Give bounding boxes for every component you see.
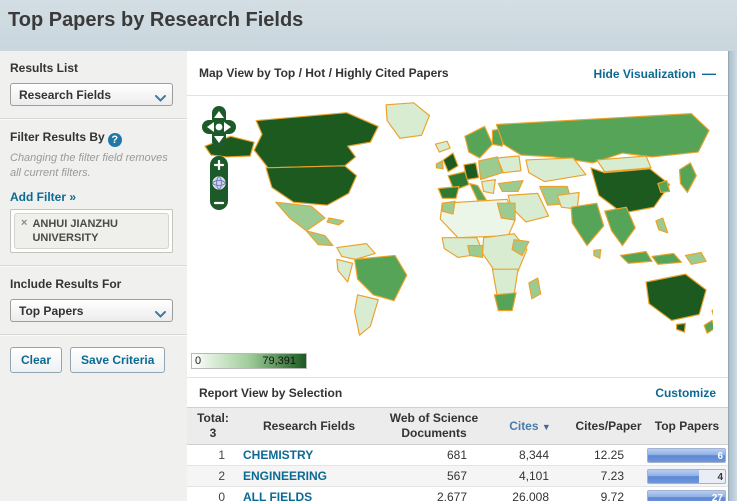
- results-table: Total: 3 Research Fields Web of Science D…: [187, 407, 728, 501]
- row-rank: 1: [187, 444, 239, 466]
- include-results-for-value: Top Papers: [19, 303, 84, 318]
- continent-south-america[interactable]: [336, 243, 408, 336]
- cites-value: 26,008: [489, 486, 571, 501]
- top-papers-bar: 4: [647, 468, 726, 484]
- table-row: 1 CHEMISTRY 681 8,344 12.25 6: [187, 444, 728, 466]
- pan-control[interactable]: [202, 106, 236, 148]
- cites-per-paper-value: 12.25: [571, 444, 646, 466]
- chevron-down-icon: [155, 307, 166, 321]
- table-row: 2 ENGINEERING 567 4,101 7.23 4: [187, 465, 728, 487]
- cites-value: 8,344: [489, 444, 571, 466]
- add-filter-link[interactable]: Add Filter »: [10, 190, 76, 204]
- continent-oceania[interactable]: [645, 273, 713, 334]
- documents-value: 2,677: [379, 486, 489, 501]
- page-header: Top Papers by Research Fields: [0, 0, 737, 51]
- total-header: Total: 3: [187, 407, 239, 445]
- globe-icon: [212, 176, 226, 190]
- include-results-for-label: Include Results For: [10, 277, 122, 292]
- results-list-label: Results List: [10, 61, 79, 75]
- sidebar: Results List Research Fields Filter Resu…: [0, 51, 187, 501]
- column-cites-per-paper: Cites/Paper: [571, 407, 646, 445]
- main-panel: Map View by Top / Hot / Highly Cited Pap…: [187, 51, 728, 501]
- world-map[interactable]: 0 79,391: [187, 96, 728, 377]
- filter-results-by-label: Filter Results By: [10, 130, 105, 144]
- top-papers-bar: 6: [647, 447, 726, 463]
- minus-icon: —: [702, 65, 716, 81]
- page: Top Papers by Research Fields Results Li…: [0, 0, 737, 501]
- filter-note: Changing the filter field removes all cu…: [10, 152, 168, 180]
- documents-value: 567: [379, 465, 489, 487]
- save-criteria-button[interactable]: Save Criteria: [70, 347, 166, 374]
- active-filter-box: × ANHUI JIANZHU UNIVERSITY: [10, 208, 173, 254]
- include-results-for-select[interactable]: Top Papers: [10, 299, 173, 323]
- column-wos-documents: Web of Science Documents: [379, 407, 489, 445]
- zoom-control[interactable]: [210, 156, 228, 210]
- continent-north-america[interactable]: [204, 102, 451, 247]
- column-cites-sort[interactable]: Cites ▼: [489, 407, 571, 445]
- map-view-header: Map View by Top / Hot / Highly Cited Pap…: [187, 51, 728, 96]
- help-icon[interactable]: ?: [107, 133, 122, 147]
- top-papers-bar: 27: [647, 489, 726, 501]
- clear-button[interactable]: Clear: [10, 347, 63, 374]
- column-top-papers: Top Papers: [646, 407, 728, 445]
- documents-value: 681: [379, 444, 489, 466]
- map-legend: 0 79,391: [191, 353, 307, 369]
- cites-per-paper-value: 7.23: [571, 465, 646, 487]
- top-papers-value: 4: [717, 471, 723, 483]
- cites-value: 4,101: [489, 465, 571, 487]
- row-rank: 2: [187, 465, 239, 487]
- row-rank: 0: [187, 486, 239, 501]
- vertical-scrollbar[interactable]: [728, 51, 737, 501]
- report-view-header: Report View by Selection Customize: [187, 377, 728, 407]
- report-view-title: Report View by Selection: [199, 385, 343, 400]
- results-list-value: Research Fields: [19, 87, 112, 102]
- column-research-fields: Research Fields: [239, 407, 379, 445]
- results-list-select[interactable]: Research Fields: [10, 83, 173, 106]
- map-controls: [202, 106, 236, 210]
- remove-filter-icon[interactable]: ×: [21, 217, 27, 246]
- top-papers-value: 27: [711, 492, 723, 501]
- filter-tag[interactable]: × ANHUI JIANZHU UNIVERSITY: [14, 212, 169, 250]
- top-papers-value: 6: [717, 450, 723, 462]
- customize-link[interactable]: Customize: [655, 386, 716, 400]
- field-link[interactable]: ALL FIELDS: [243, 490, 312, 501]
- sort-desc-icon: ▼: [541, 421, 551, 432]
- table-row: 0 ALL FIELDS 2,677 26,008 9.72 27: [187, 486, 728, 501]
- hide-visualization-link[interactable]: Hide Visualization —: [594, 65, 716, 81]
- legend-min: 0: [195, 355, 202, 367]
- world-map-svg: [204, 102, 713, 336]
- field-link[interactable]: CHEMISTRY: [243, 448, 313, 462]
- filter-tag-label: ANHUI JIANZHU UNIVERSITY: [32, 217, 118, 245]
- field-link[interactable]: ENGINEERING: [243, 469, 327, 483]
- cites-per-paper-value: 9.72: [571, 486, 646, 501]
- map-view-title: Map View by Top / Hot / Highly Cited Pap…: [199, 66, 449, 80]
- page-title: Top Papers by Research Fields: [8, 9, 304, 31]
- table-header-row: Total: 3 Research Fields Web of Science D…: [187, 407, 728, 445]
- legend-max: 79,391: [262, 355, 296, 367]
- chevron-down-icon: [155, 91, 166, 105]
